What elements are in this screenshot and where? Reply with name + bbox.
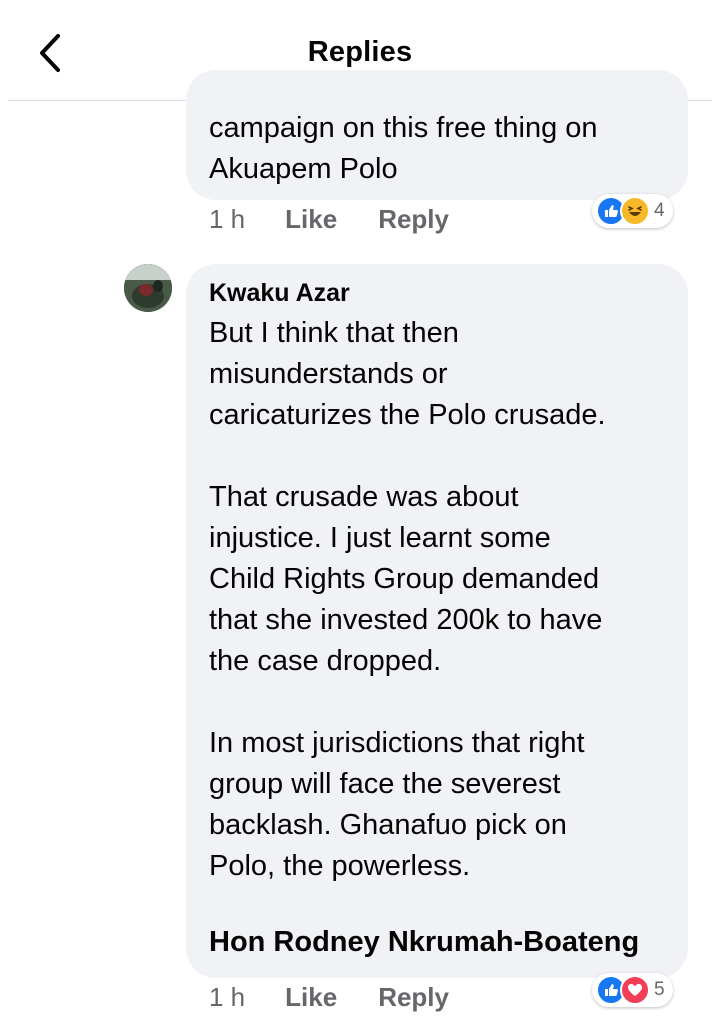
avatar[interactable] xyxy=(124,264,172,312)
comment-text: But I think that then misunderstands or … xyxy=(209,317,606,882)
reactions-summary[interactable]: 5 xyxy=(592,973,673,1007)
comment-meta: 1 h Like Reply xyxy=(209,204,449,235)
comment-timestamp: 1 h xyxy=(209,204,246,234)
reply-button[interactable]: Reply xyxy=(378,982,449,1013)
comment-timestamp: 1 h xyxy=(209,982,246,1012)
reaction-count: 4 xyxy=(654,200,665,221)
comment-author[interactable]: Kwaku Azar xyxy=(209,279,350,308)
reply-button[interactable]: Reply xyxy=(378,204,449,235)
haha-reaction-icon xyxy=(620,196,650,226)
page-title: Replies xyxy=(307,36,413,68)
like-button[interactable]: Like xyxy=(285,204,337,235)
reaction-count: 5 xyxy=(654,979,665,1000)
like-button[interactable]: Like xyxy=(285,982,337,1013)
comment-text: campaign on this free thing on Akuapem P… xyxy=(209,112,598,185)
reactions-summary[interactable]: 4 xyxy=(592,194,673,228)
comment-meta: 1 h Like Reply xyxy=(209,982,449,1013)
love-reaction-icon xyxy=(620,975,650,1005)
mentioned-name[interactable]: Hon Rodney Nkrumah-Boateng xyxy=(209,926,639,959)
